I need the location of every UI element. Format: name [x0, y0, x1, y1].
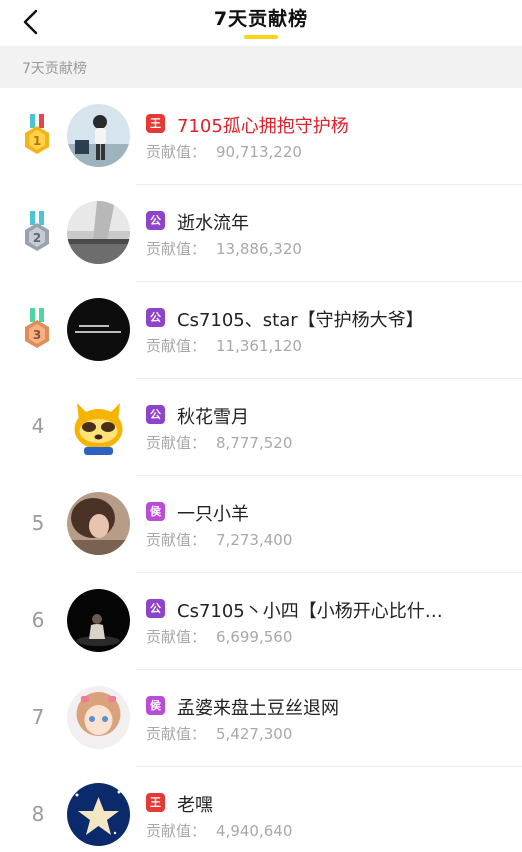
contribution-label: 贡献值：: [146, 725, 207, 743]
avatar[interactable]: [67, 783, 130, 846]
user-name: 逝水流年: [177, 213, 249, 234]
ranking-row[interactable]: 6 公 Cs7105丶小四【小杨开心比什… 贡献值： 6,699,560: [0, 573, 522, 670]
rank-badge: 王: [146, 793, 165, 812]
contribution-value: 4,940,640: [216, 822, 293, 840]
contribution-value: 90,713,220: [216, 143, 302, 161]
title-underline: [244, 35, 278, 39]
contribution-label: 贡献值：: [146, 434, 207, 452]
svg-text:3: 3: [33, 328, 41, 342]
rank-number: 8: [31, 802, 45, 826]
user-name: 7105孤心拥抱守护杨: [177, 116, 349, 137]
rank-badge: 公: [146, 308, 165, 327]
contribution: 贡献值： 8,777,520: [146, 432, 292, 453]
bronze-medal-icon: 3: [25, 308, 49, 348]
rank-badge: 公: [146, 211, 165, 230]
contribution-label: 贡献值：: [146, 531, 207, 549]
ranking-row[interactable]: 5 侯 一只小羊 贡献值： 7,273,400: [0, 476, 522, 573]
contribution-label: 贡献值：: [146, 628, 207, 646]
ranking-row[interactable]: 2 公 逝水流年 贡献值： 13,886,320: [0, 185, 522, 282]
contribution: 贡献值： 90,713,220: [146, 141, 302, 162]
contribution-label: 贡献值：: [146, 143, 207, 161]
contribution: 贡献值： 11,361,120: [146, 335, 302, 356]
ranking-row[interactable]: 7 侯 孟婆来盘土豆丝退网 贡献值： 5,427,300: [0, 670, 522, 767]
avatar[interactable]: [67, 589, 130, 652]
ranking-row[interactable]: 1 王 7105孤心拥抱守护杨 贡献值： 90,713,220: [0, 88, 522, 185]
user-name: Cs7105丶小四【小杨开心比什…: [177, 601, 443, 622]
rank-badge: 侯: [146, 696, 165, 715]
user-name: 一只小羊: [177, 504, 249, 525]
user-name: 孟婆来盘土豆丝退网: [177, 698, 339, 719]
rank-number: 5: [31, 511, 45, 535]
avatar[interactable]: [67, 201, 130, 264]
contribution-value: 8,777,520: [216, 434, 293, 452]
rank-number: 4: [31, 414, 45, 438]
avatar[interactable]: [67, 686, 130, 749]
rank-number: 7: [31, 705, 45, 729]
ranking-row[interactable]: 8 王 老嘿 贡献值： 4,940,640: [0, 767, 522, 852]
user-name: 老嘿: [177, 795, 213, 816]
svg-text:2: 2: [33, 231, 41, 245]
rank-badge: 公: [146, 405, 165, 424]
contribution-value: 11,361,120: [216, 337, 302, 355]
contribution-label: 贡献值：: [146, 822, 207, 840]
ranking-list: 1 王 7105孤心拥抱守护杨 贡献值： 90,713,220 2 公 逝水流年…: [0, 88, 522, 852]
contribution: 贡献值： 7,273,400: [146, 529, 292, 550]
silver-medal-icon: 2: [25, 211, 49, 251]
contribution: 贡献值： 6,699,560: [146, 626, 292, 647]
contribution-value: 6,699,560: [216, 628, 293, 646]
rank-number: 6: [31, 608, 45, 632]
avatar[interactable]: [67, 298, 130, 361]
contribution-value: 7,273,400: [216, 531, 293, 549]
rank-badge: 公: [146, 599, 165, 618]
contribution: 贡献值： 4,940,640: [146, 820, 292, 841]
contribution-label: 贡献值：: [146, 240, 207, 258]
user-name: Cs7105、star【守护杨大爷】: [177, 310, 424, 331]
user-name: 秋花雪月: [177, 407, 249, 428]
section-bar: 7天贡献榜: [0, 46, 522, 88]
rank-badge: 侯: [146, 502, 165, 521]
ranking-row[interactable]: 4 公 秋花雪月 贡献值： 8,777,520: [0, 379, 522, 476]
page-title: 7天贡献榜: [213, 8, 309, 30]
nav-header: 7天贡献榜: [0, 0, 522, 44]
section-label: 7天贡献榜: [22, 61, 87, 77]
contribution: 贡献值： 13,886,320: [146, 238, 302, 259]
contribution-label: 贡献值：: [146, 337, 207, 355]
rank-badge: 王: [146, 114, 165, 133]
svg-text:1: 1: [33, 134, 41, 148]
avatar[interactable]: [67, 104, 130, 167]
avatar[interactable]: [67, 492, 130, 555]
gold-medal-icon: 1: [25, 114, 49, 154]
ranking-row[interactable]: 3 公 Cs7105、star【守护杨大爷】 贡献值： 11,361,120: [0, 282, 522, 379]
contribution: 贡献值： 5,427,300: [146, 723, 292, 744]
contribution-value: 13,886,320: [216, 240, 302, 258]
contribution-value: 5,427,300: [216, 725, 293, 743]
avatar[interactable]: [67, 395, 130, 458]
